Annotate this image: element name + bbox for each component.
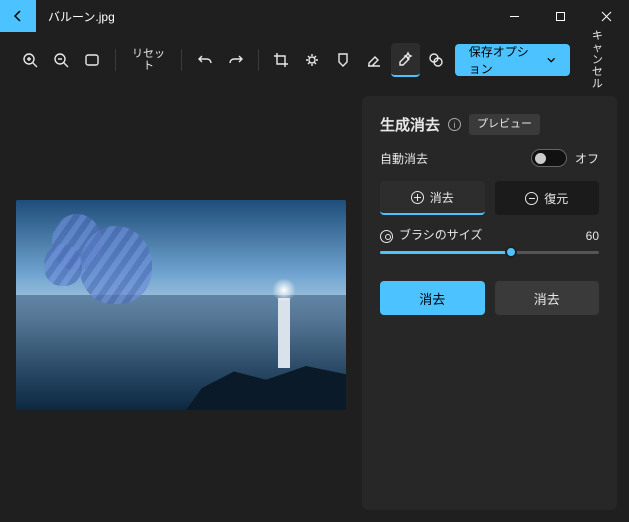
brush-size-label: ブラシのサイズ: [399, 229, 482, 242]
crop-button[interactable]: [267, 43, 296, 77]
markup-button[interactable]: [329, 43, 358, 77]
panel-title: 生成消去: [380, 114, 440, 135]
apply-erase-button[interactable]: 消去: [380, 281, 485, 315]
divider: [115, 49, 116, 71]
preview-badge: プレビュー: [469, 114, 540, 134]
cancel-button[interactable]: キャンセル: [582, 43, 613, 77]
brush-size-slider[interactable]: [380, 243, 599, 261]
mode-remove-button[interactable]: 復元: [495, 181, 600, 215]
back-button[interactable]: [0, 0, 36, 32]
erase-button[interactable]: [360, 43, 389, 77]
divider: [258, 49, 259, 71]
generative-erase-button[interactable]: [391, 43, 420, 77]
canvas-area[interactable]: [0, 88, 362, 522]
title-bar: バルーン.jpg: [0, 0, 629, 32]
save-label: 保存オプション: [469, 43, 540, 77]
auto-erase-label: 自動消去: [380, 150, 428, 167]
zoom-out-button[interactable]: [47, 43, 76, 77]
mode-remove-label: 復元: [544, 190, 568, 207]
fit-button[interactable]: [78, 43, 107, 77]
minus-circle-icon: [525, 192, 538, 205]
brush-size-value: 60: [586, 229, 599, 243]
target-icon: [380, 230, 393, 243]
close-button[interactable]: [583, 0, 629, 32]
window-title: バルーン.jpg: [48, 8, 491, 25]
undo-button[interactable]: [190, 43, 219, 77]
adjust-button[interactable]: [298, 43, 327, 77]
save-options-button[interactable]: 保存オプション: [455, 44, 570, 76]
mode-add-label: 消去: [430, 189, 454, 206]
chevron-down-icon: [547, 55, 555, 65]
erase-selection: [44, 244, 82, 286]
erase-selection: [80, 226, 152, 304]
divider: [181, 49, 182, 71]
mode-add-button[interactable]: 消去: [380, 181, 485, 215]
auto-erase-toggle[interactable]: [531, 149, 567, 167]
main-toolbar: リセット 保存オプション キャンセル: [0, 32, 629, 88]
background-button[interactable]: [422, 43, 451, 77]
auto-erase-state: オフ: [575, 150, 599, 167]
edited-image[interactable]: [16, 200, 346, 410]
maximize-button[interactable]: [537, 0, 583, 32]
secondary-erase-button[interactable]: 消去: [495, 281, 600, 315]
plus-circle-icon: [411, 191, 424, 204]
redo-button[interactable]: [221, 43, 250, 77]
zoom-in-button[interactable]: [16, 43, 45, 77]
generative-erase-panel: 生成消去 i プレビュー 自動消去 オフ 消去 復元: [362, 96, 617, 510]
reset-button[interactable]: リセット: [124, 43, 174, 77]
info-icon[interactable]: i: [448, 118, 461, 131]
minimize-button[interactable]: [491, 0, 537, 32]
